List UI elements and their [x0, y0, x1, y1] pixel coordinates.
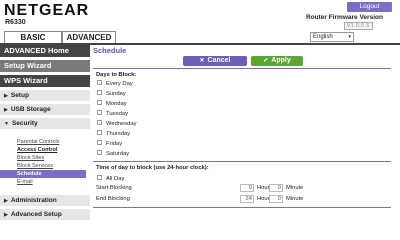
- firmware-label: Router Firmware Version: [306, 14, 383, 21]
- chevron-right-icon: ▶: [4, 212, 8, 218]
- day-checkbox-every-day[interactable]: Every Day: [97, 80, 133, 88]
- hour-unit: Hour: [257, 196, 270, 202]
- sidebar-item-label: USB Storage: [10, 106, 51, 113]
- day-label: Thursday: [106, 131, 131, 137]
- sidebar-item-security[interactable]: ▼ Security: [0, 118, 90, 129]
- days-label: Days to Block:: [96, 72, 137, 78]
- section-divider: [93, 207, 391, 208]
- start-hour-input[interactable]: 0: [240, 184, 254, 192]
- minute-unit: Minute: [286, 185, 304, 191]
- chevron-right-icon: ▶: [4, 93, 8, 99]
- end-blocking-label: End Blocking: [96, 196, 130, 202]
- day-checkbox-sunday[interactable]: Sunday: [97, 90, 126, 98]
- hour-unit: Hour: [257, 185, 270, 191]
- sidebar-item-setup-wizard[interactable]: Setup Wizard: [0, 60, 90, 72]
- sidebar-subitem-access-control[interactable]: Access Control: [0, 146, 90, 154]
- sidebar-item-label: Administration: [10, 197, 57, 204]
- sidebar-item-advanced-setup[interactable]: ▶ Advanced Setup: [0, 209, 90, 220]
- chevron-down-icon: ▼: [4, 121, 9, 127]
- tab-advanced[interactable]: ADVANCED: [62, 31, 116, 43]
- minute-unit: Minute: [286, 196, 304, 202]
- apply-button[interactable]: ✔ Apply: [251, 56, 303, 66]
- checkbox[interactable]: [97, 110, 102, 116]
- firmware-version: V1.0.0.5: [344, 22, 373, 30]
- sidebar-item-label: Advanced Setup: [10, 211, 62, 218]
- language-select[interactable]: English ▾: [310, 32, 354, 42]
- section-divider: [93, 161, 391, 162]
- day-label: Monday: [106, 101, 127, 107]
- time-label: Time of day to block (use 24-hour clock)…: [96, 165, 209, 171]
- day-label: Saturday: [106, 151, 130, 157]
- checkbox[interactable]: [97, 175, 102, 181]
- sidebar-subitem-block-services[interactable]: Block Services: [0, 162, 90, 170]
- sidebar-item-administration[interactable]: ▶ Administration: [0, 195, 90, 206]
- section-divider: [93, 68, 391, 69]
- checkbox[interactable]: [97, 140, 102, 146]
- day-checkbox-saturday[interactable]: Saturday: [97, 150, 129, 158]
- checkbox[interactable]: [97, 150, 102, 156]
- checkbox[interactable]: [97, 90, 102, 96]
- day-label: Friday: [106, 141, 123, 147]
- sidebar-subitem-schedule[interactable]: Schedule: [0, 170, 86, 178]
- chevron-right-icon: ▶: [4, 107, 8, 113]
- cancel-label: Cancel: [207, 57, 231, 64]
- start-blocking-row: Start Blocking 0 Hour 0 Minute: [96, 184, 336, 192]
- day-checkbox-thursday[interactable]: Thursday: [97, 130, 130, 138]
- day-label: Every Day: [106, 81, 133, 87]
- day-checkbox-friday[interactable]: Friday: [97, 140, 122, 148]
- chevron-down-icon: ▾: [348, 34, 351, 40]
- cancel-button[interactable]: ✕ Cancel: [183, 56, 247, 66]
- checkbox[interactable]: [97, 80, 102, 86]
- sidebar-item-wps-wizard[interactable]: WPS Wizard: [0, 75, 90, 87]
- netgear-logo: NETGEAR: [4, 2, 90, 19]
- logout-button[interactable]: Logout: [347, 2, 392, 12]
- end-blocking-row: End Blocking 24 Hour 0 Minute: [96, 195, 336, 203]
- checkbox[interactable]: [97, 100, 102, 106]
- sidebar-item-label: Setup: [10, 92, 29, 99]
- sidebar-item-label: Security: [11, 120, 38, 127]
- end-minute-input[interactable]: 0: [269, 195, 283, 203]
- page-title: Schedule: [93, 46, 127, 55]
- tab-basic[interactable]: BASIC: [4, 31, 62, 43]
- apply-label: Apply: [271, 57, 291, 64]
- close-icon: ✕: [199, 58, 205, 64]
- header: NETGEAR R6330 Logout Router Firmware Ver…: [0, 0, 400, 44]
- day-label: Sunday: [106, 91, 126, 97]
- sidebar-item-advanced-home[interactable]: ADVANCED Home: [0, 45, 90, 57]
- sidebar-item-usb-storage[interactable]: ▶ USB Storage: [0, 104, 90, 115]
- all-day-checkbox[interactable]: All Day: [97, 175, 124, 183]
- start-blocking-label: Start Blocking: [96, 185, 132, 191]
- day-checkbox-monday[interactable]: Monday: [97, 100, 127, 108]
- sidebar-subitem-parental-controls[interactable]: Parental Controls: [0, 138, 90, 146]
- all-day-label: All Day: [106, 176, 125, 182]
- sidebar-item-setup[interactable]: ▶ Setup: [0, 90, 90, 101]
- day-checkbox-wednesday[interactable]: Wednesday: [97, 120, 137, 128]
- language-value: English: [313, 34, 333, 40]
- sidebar-subitem-block-sites[interactable]: Block Sites: [0, 154, 90, 162]
- day-label: Tuesday: [106, 111, 129, 117]
- sidebar-subitem-email[interactable]: E-mail: [0, 178, 90, 186]
- check-icon: ✔: [263, 58, 269, 64]
- checkbox[interactable]: [97, 130, 102, 136]
- chevron-right-icon: ▶: [4, 198, 8, 204]
- day-label: Wednesday: [106, 121, 137, 127]
- model-name: R6330: [5, 19, 26, 26]
- checkbox[interactable]: [97, 120, 102, 126]
- end-hour-input[interactable]: 24: [240, 195, 254, 203]
- sidebar: ADVANCED Home Setup Wizard WPS Wizard ▶ S…: [0, 45, 90, 232]
- start-minute-input[interactable]: 0: [269, 184, 283, 192]
- day-checkbox-tuesday[interactable]: Tuesday: [97, 110, 128, 118]
- main-panel: Schedule ✕ Cancel ✔ Apply Days to Block: E…: [93, 45, 393, 232]
